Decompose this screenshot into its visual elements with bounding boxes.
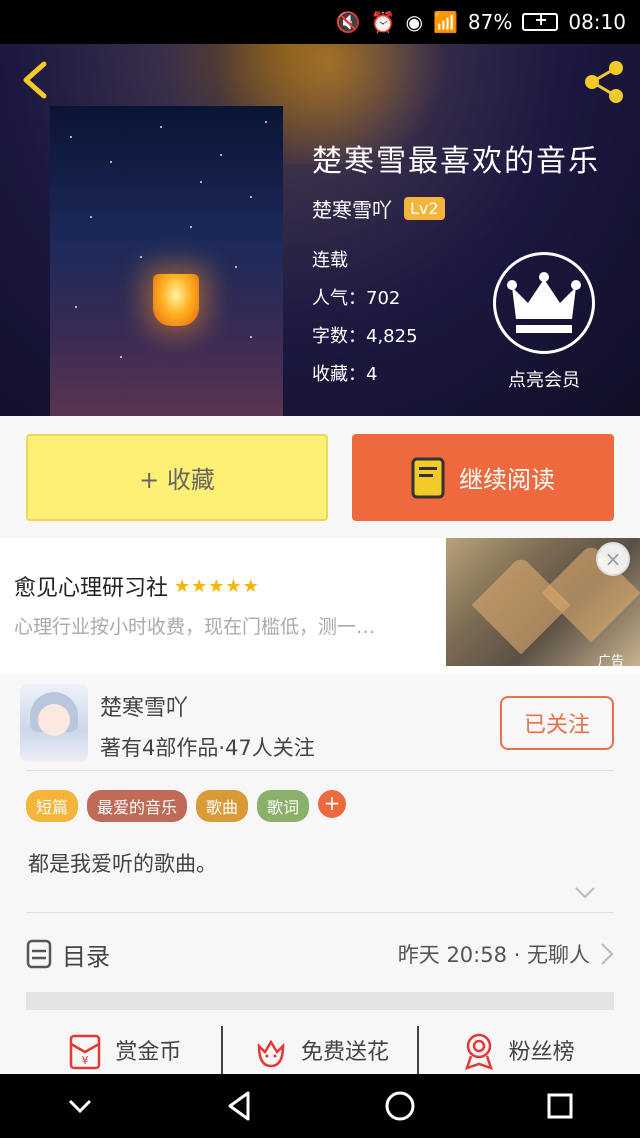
mute-icon: 🔇 bbox=[335, 10, 361, 34]
fan-ranking-button[interactable]: 粉丝榜 bbox=[419, 1026, 614, 1074]
ad-tag: 广告 bbox=[598, 654, 625, 669]
tag-list: 短篇 最爱的音乐 歌曲 歌词 + bbox=[26, 790, 347, 822]
share-icon[interactable] bbox=[580, 58, 628, 106]
hide-nav-icon[interactable] bbox=[62, 1088, 98, 1124]
clock: 08:10 bbox=[568, 10, 626, 34]
serial-status: 连载 bbox=[312, 250, 348, 271]
reward-coins-label: 赏金币 bbox=[115, 1040, 182, 1065]
crown-icon bbox=[507, 272, 581, 333]
ad-description: 心理行业按小时收费，现在门槛低，测一… bbox=[14, 616, 376, 638]
fan-ranking-label: 粉丝榜 bbox=[508, 1040, 575, 1065]
avatar[interactable] bbox=[20, 684, 88, 762]
author-name[interactable]: 楚寒雪吖 bbox=[312, 194, 392, 223]
ad-title: 愈见心理研习社 bbox=[14, 576, 169, 601]
word-count: 字数：4,825 bbox=[312, 326, 418, 347]
system-nav-bar bbox=[0, 1074, 640, 1138]
battery-percent: 87% bbox=[467, 10, 513, 34]
back-icon[interactable] bbox=[18, 60, 54, 100]
lantern-image bbox=[153, 274, 199, 326]
author-stats: 著有4部作品·47人关注 bbox=[100, 736, 315, 760]
section-separator bbox=[26, 992, 614, 1010]
send-flower-label: 免费送花 bbox=[301, 1040, 390, 1065]
book-title: 楚寒雪最喜欢的音乐 bbox=[312, 144, 600, 179]
toc-label-group: 目录 bbox=[26, 937, 110, 972]
send-flower-button[interactable]: 免费送花 bbox=[223, 1026, 420, 1074]
chevron-down-icon[interactable] bbox=[574, 886, 596, 900]
eye-icon: ◉ bbox=[405, 10, 423, 34]
table-of-contents-row[interactable]: 目录 昨天 20:58 · 无聊人 bbox=[26, 926, 614, 982]
ad-banner[interactable]: 愈见心理研习社 ★★★★★ 心理行业按小时收费，现在门槛低，测一… × 广告 bbox=[0, 538, 640, 674]
vip-label[interactable]: 点亮会员 bbox=[493, 366, 595, 392]
list-icon bbox=[26, 939, 52, 969]
bottom-action-row: ¥ 赏金币 免费送花 粉丝榜 bbox=[26, 1026, 614, 1074]
medal-icon bbox=[464, 1033, 493, 1070]
tag-item[interactable]: 短篇 bbox=[26, 790, 79, 822]
wifi-icon: 📶 bbox=[433, 10, 458, 34]
level-badge: Lv2 bbox=[404, 197, 445, 220]
continue-reading-button[interactable]: 继续阅读 bbox=[352, 434, 614, 521]
vip-button[interactable] bbox=[493, 252, 595, 354]
nav-back-icon[interactable] bbox=[222, 1088, 258, 1124]
book-description: 都是我爱听的歌曲。 bbox=[28, 852, 217, 876]
add-tag-icon[interactable]: + bbox=[318, 790, 347, 818]
alarm-icon: ⏰ bbox=[370, 10, 396, 34]
svg-text:¥: ¥ bbox=[82, 1054, 89, 1067]
ad-rating-stars: ★★★★★ bbox=[174, 575, 260, 597]
red-envelope-icon: ¥ bbox=[70, 1034, 101, 1070]
home-icon[interactable] bbox=[382, 1088, 418, 1124]
author-row[interactable]: 楚寒雪吖 Lv2 bbox=[312, 194, 445, 223]
tag-item[interactable]: 歌词 bbox=[257, 790, 310, 822]
tag-item[interactable]: 歌曲 bbox=[196, 790, 249, 822]
divider bbox=[26, 770, 614, 771]
follow-button[interactable]: 已关注 bbox=[500, 696, 614, 750]
author-card-name[interactable]: 楚寒雪吖 bbox=[100, 690, 188, 722]
battery-icon bbox=[522, 10, 559, 31]
last-update: 昨天 20:58 · 无聊人 bbox=[397, 943, 590, 967]
ad-title-row: 愈见心理研习社 ★★★★★ bbox=[14, 570, 260, 602]
ad-close-icon[interactable]: × bbox=[596, 542, 630, 576]
book-icon bbox=[411, 457, 445, 498]
tag-item[interactable]: 最爱的音乐 bbox=[87, 790, 188, 822]
author-section: 楚寒雪吖 著有4部作品·47人关注 已关注 短篇 最爱的音乐 歌曲 歌词 + 都… bbox=[0, 674, 640, 1074]
book-cover[interactable] bbox=[50, 106, 283, 416]
status-bar: 🔇 ⏰ ◉ 📶 87% 08:10 bbox=[0, 0, 640, 44]
toc-info: 昨天 20:58 · 无聊人 bbox=[398, 939, 614, 969]
toc-label: 目录 bbox=[62, 942, 110, 971]
continue-reading-label: 继续阅读 bbox=[459, 466, 555, 494]
divider bbox=[26, 912, 614, 913]
collect-button[interactable]: + 收藏 bbox=[26, 434, 328, 521]
favorites-count: 收藏：4 bbox=[312, 364, 378, 385]
book-header: 楚寒雪最喜欢的音乐 楚寒雪吖 Lv2 连载 人气：702 字数：4,825 收藏… bbox=[0, 44, 640, 416]
recent-apps-icon[interactable] bbox=[542, 1088, 578, 1124]
action-bar: + 收藏 继续阅读 bbox=[0, 416, 640, 538]
flower-icon bbox=[257, 1039, 285, 1068]
reward-coins-button[interactable]: ¥ 赏金币 bbox=[26, 1026, 223, 1074]
popularity: 人气：702 bbox=[312, 288, 401, 309]
chevron-right-icon bbox=[601, 943, 614, 965]
